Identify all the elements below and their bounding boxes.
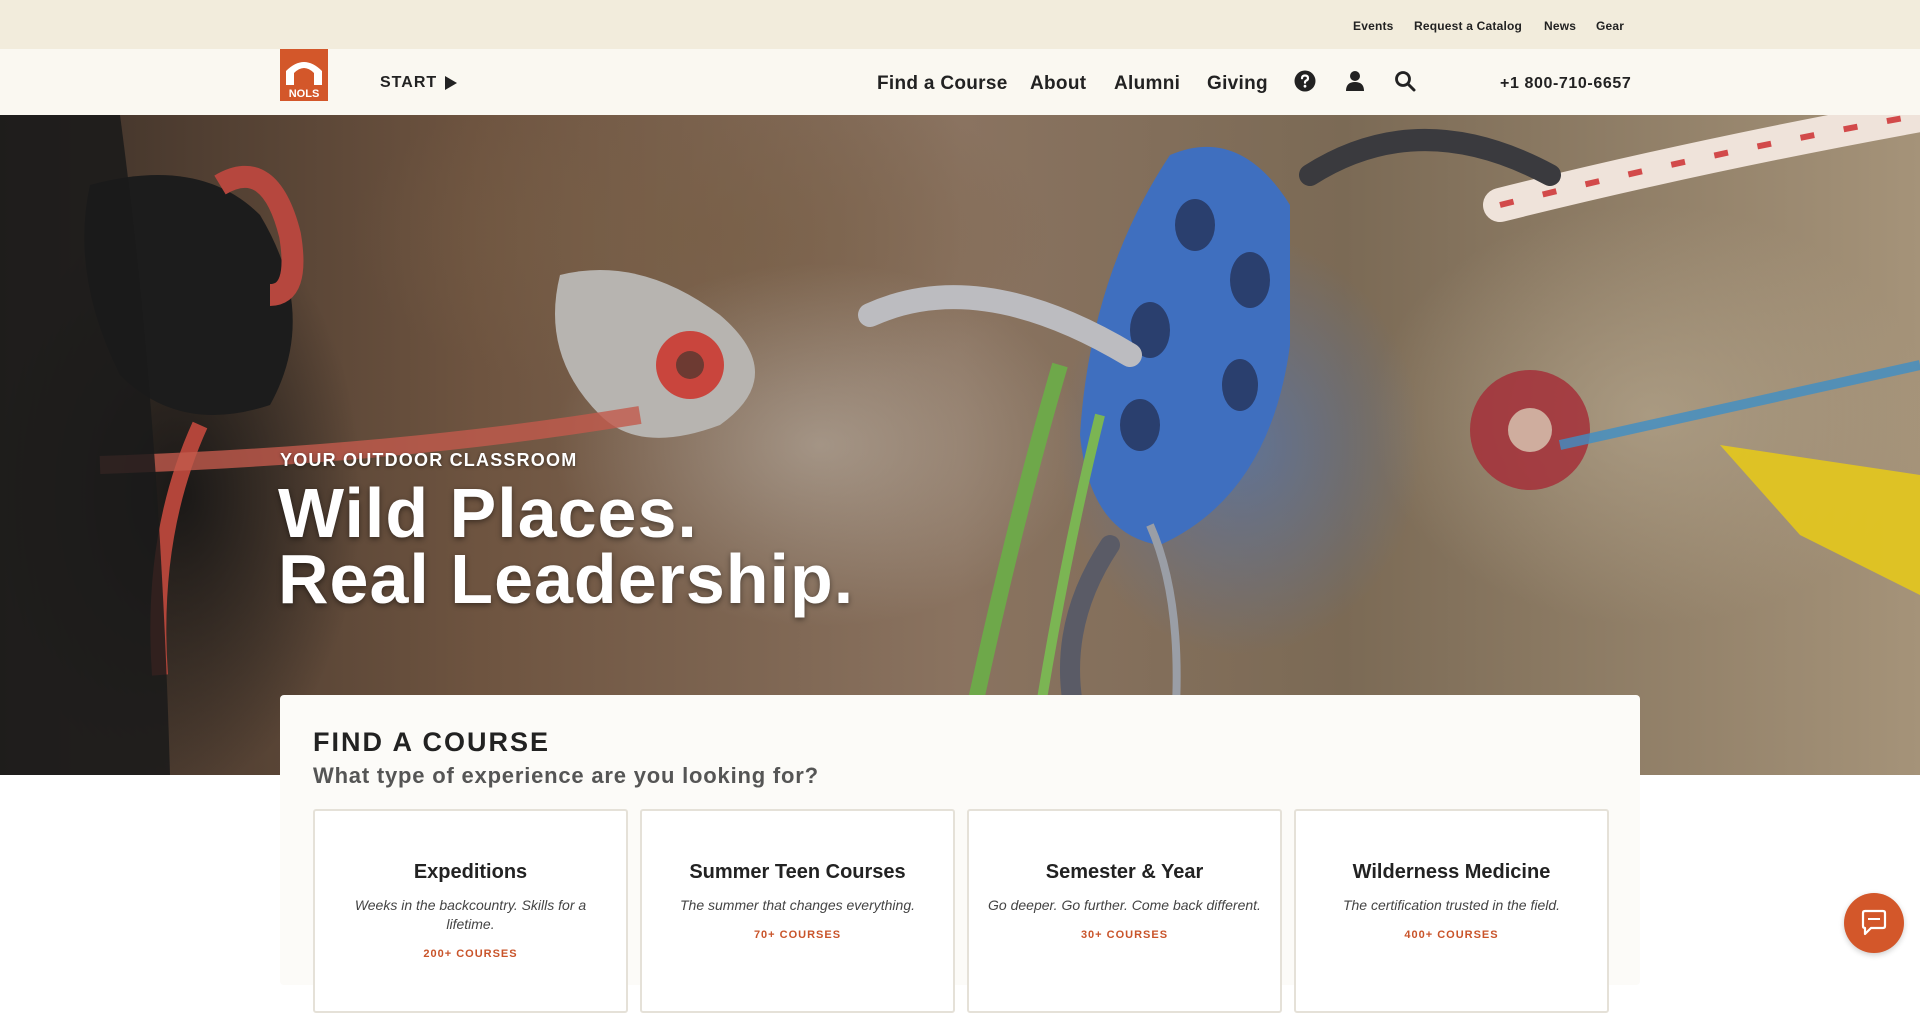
card-description: The summer that changes everything. (679, 897, 915, 913)
card-description: Weeks in the backcountry. Skills for a l… (354, 897, 587, 932)
finder-heading: FIND A COURSE (313, 727, 551, 757)
card-course-count: 400+ COURSES (1404, 929, 1499, 941)
card-title: Semester & Year (1045, 861, 1204, 883)
course-card-wilderness-medicine[interactable]: Wilderness Medicine The certification tr… (1294, 809, 1609, 1013)
card-course-count: 200+ COURSES (423, 948, 518, 960)
card-course-count: 70+ COURSES (753, 929, 842, 941)
play-icon (445, 76, 458, 90)
help-icon[interactable] (1293, 69, 1317, 93)
course-card-summer-teen[interactable]: Summer Teen Courses The summer that chan… (640, 809, 955, 1013)
card-title: Summer Teen Courses (689, 861, 906, 883)
logo-text: NOLS (289, 88, 320, 100)
user-icon[interactable] (1343, 69, 1367, 93)
hero-section: YOUR OUTDOOR CLASSROOM Wild Places. Real… (0, 115, 1920, 775)
nav-about[interactable]: About (1030, 73, 1086, 95)
card-title: Expeditions (413, 861, 528, 883)
hero-eyebrow: YOUR OUTDOOR CLASSROOM (280, 450, 578, 470)
phone-number[interactable]: +1 800-710-6657 (1500, 75, 1631, 93)
nols-logo[interactable]: NOLS (280, 49, 328, 101)
utility-link-news[interactable]: News (1544, 19, 1576, 33)
utility-link-events[interactable]: Events (1353, 19, 1394, 33)
utility-link-catalog[interactable]: Request a Catalog (1414, 19, 1522, 33)
course-card-semester-year[interactable]: Semester & Year Go deeper. Go further. C… (967, 809, 1282, 1013)
card-description: The certification trusted in the field. (1342, 897, 1561, 913)
hero-title: Wild Places. Real Leadership. (278, 474, 855, 618)
hero-title-line-2: Real Leadership. (278, 540, 855, 618)
card-description: Go deeper. Go further. Come back differe… (988, 897, 1261, 913)
hero-background-image (0, 115, 1920, 775)
chat-button[interactable] (1844, 893, 1904, 953)
card-course-count: 30+ COURSES (1080, 929, 1169, 941)
nav-alumni[interactable]: Alumni (1114, 73, 1180, 95)
start-label: START (380, 74, 438, 91)
search-icon[interactable] (1393, 69, 1417, 93)
start-link[interactable]: START (380, 74, 458, 92)
utility-link-gear[interactable]: Gear (1596, 19, 1624, 33)
course-finder-panel: FIND A COURSE What type of experience ar… (280, 695, 1640, 1013)
main-header: NOLS START Find a Course About Alumni Gi… (0, 49, 1920, 116)
utility-bar: Events Request a Catalog News Gear (0, 0, 1920, 49)
nav-giving[interactable]: Giving (1207, 73, 1268, 95)
card-title: Wilderness Medicine (1352, 861, 1551, 883)
course-card-expeditions[interactable]: Expeditions Weeks in the backcountry. Sk… (313, 809, 628, 1013)
finder-subheading: What type of experience are you looking … (313, 763, 819, 788)
hero-title-line-1: Wild Places. (278, 474, 698, 552)
chat-icon (1861, 909, 1887, 936)
nav-find-a-course[interactable]: Find a Course (877, 73, 1008, 95)
